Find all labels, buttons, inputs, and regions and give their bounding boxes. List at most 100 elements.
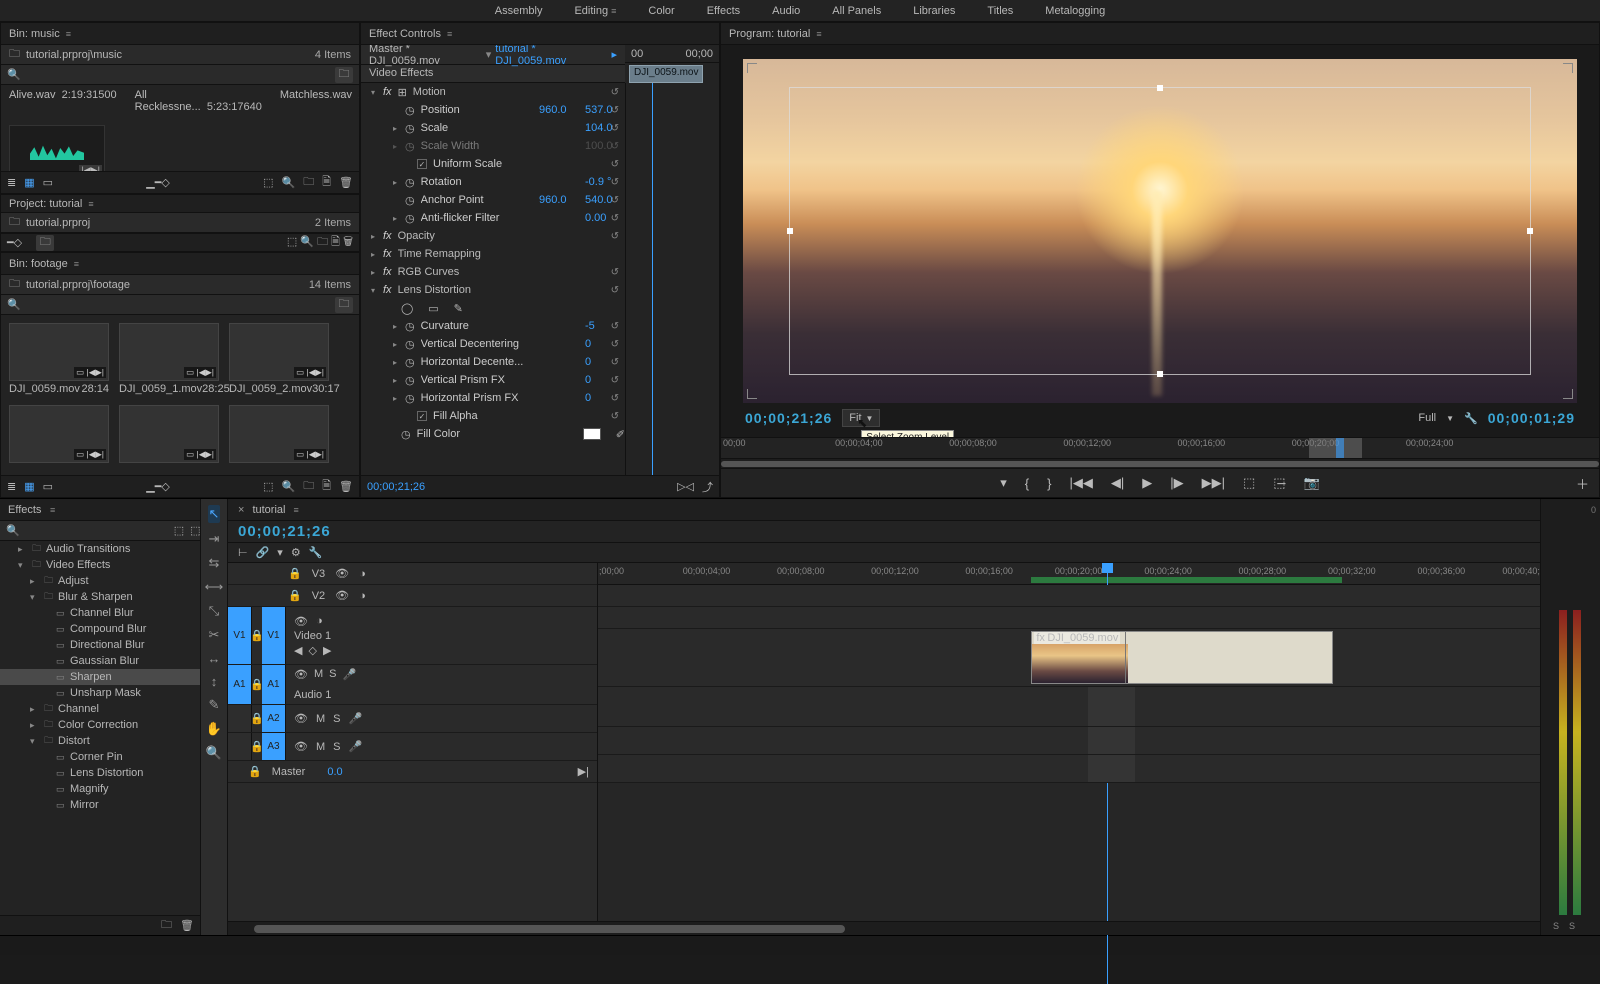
v1-source-patch[interactable]: V1 — [228, 607, 252, 664]
ec-fillalpha[interactable]: ✓Fill Alpha↺ — [361, 407, 625, 425]
effects-tree-item[interactable]: ▭Corner Pin — [0, 749, 200, 765]
mark-out-icon[interactable]: } — [1047, 476, 1051, 491]
hand-tool-icon[interactable]: ✋ — [206, 721, 222, 737]
track-v1-header[interactable]: V1 🔒 V1 👁◑ Video 1 ◀◇▶ — [228, 607, 597, 665]
ec-vprism[interactable]: ▸◷Vertical Prism FX0↺ — [361, 371, 625, 389]
timeline-ruler[interactable]: ;00;00 00;00;04;00 00;00;08;00 00;00;12;… — [598, 563, 1540, 585]
stopwatch-icon[interactable]: ◷ — [405, 194, 415, 207]
program-scrollbar[interactable] — [721, 459, 1599, 469]
stopwatch-icon[interactable]: ◷ — [405, 176, 415, 189]
rect-mask-icon[interactable]: ▭ — [428, 302, 438, 315]
reset-icon[interactable]: ↺ — [611, 267, 619, 278]
effects-tree-item[interactable]: ▭Lens Distortion — [0, 765, 200, 781]
effects-tree-item[interactable]: ▭Gaussian Blur — [0, 653, 200, 669]
resolution-select[interactable]: Full — [1418, 412, 1436, 424]
new-bin-icon[interactable]: 🗀 — [36, 235, 54, 251]
new-bin-icon[interactable]: 🗀 — [303, 477, 314, 496]
audio-thumbnail[interactable]: |◀▶| — [9, 125, 105, 171]
effects-tree-item[interactable]: ▭Compound Blur — [0, 621, 200, 637]
program-playhead[interactable] — [1336, 438, 1344, 458]
new-bin-icon[interactable]: 🗀 — [303, 173, 314, 192]
clip-thumb[interactable]: ▭ |◀▶|DJI_0059.mov28:14 — [9, 323, 109, 395]
list-view-icon[interactable]: ≣ — [7, 480, 16, 493]
ec-motion[interactable]: ▾fx⊞Motion↺ — [361, 83, 625, 101]
ec-mask-tools[interactable]: ◯ ▭ ✎ — [361, 299, 625, 317]
ws-titles[interactable]: Titles — [987, 5, 1013, 17]
ws-metalogging[interactable]: Metalogging — [1045, 5, 1105, 17]
ws-effects[interactable]: Effects — [707, 5, 740, 17]
ec-lens[interactable]: ▾fxLens Distortion↺ — [361, 281, 625, 299]
ec-clip-link[interactable]: tutorial * DJI_0059.mov — [495, 45, 607, 67]
ws-assembly[interactable]: Assembly — [495, 5, 543, 17]
play-icon[interactable]: ▶ — [1142, 475, 1152, 491]
reset-icon[interactable]: ↺ — [611, 231, 619, 242]
snap-icon[interactable]: ⊢ — [238, 546, 248, 559]
bin-music-search[interactable] — [27, 67, 329, 83]
effects-search[interactable] — [26, 523, 168, 539]
zoom-tool-icon[interactable]: 🔍 — [206, 745, 222, 761]
ec-export-icon[interactable]: ⤴ — [702, 479, 713, 495]
safe-margin[interactable] — [789, 87, 1531, 376]
ec-hdec[interactable]: ▸◷Horizontal Decente...0↺ — [361, 353, 625, 371]
wrench-icon[interactable]: 🔧 — [1464, 412, 1478, 425]
new-bin-button[interactable]: 🗀 — [335, 297, 353, 313]
ec-timecode[interactable]: 00;00;21;26 — [367, 481, 425, 493]
a2-target[interactable]: A2 — [262, 705, 286, 732]
reset-icon[interactable]: ↺ — [611, 195, 619, 206]
bin-footage-search[interactable] — [27, 297, 329, 313]
ec-loop-icon[interactable]: ▷◁ — [677, 480, 694, 493]
program-header[interactable]: Program: tutorial≡ — [721, 23, 1599, 45]
effects-tree-item[interactable]: ▭Sharpen — [0, 669, 200, 685]
trash-icon[interactable]: 🗑 — [180, 919, 194, 932]
export-frame-icon[interactable]: 📷 — [1304, 475, 1320, 491]
lane-v2[interactable] — [598, 607, 1540, 629]
kf-add-icon[interactable]: ◇ — [308, 644, 316, 657]
program-ruler[interactable]: 00;00 00;00;04;00 00;00;08;00 00;00;12;0… — [721, 437, 1599, 459]
new-bin-button[interactable]: 🗀 — [335, 67, 353, 83]
automate-icon[interactable]: ⬚ — [263, 176, 273, 189]
lane-a2[interactable] — [598, 727, 1540, 755]
lane-a3[interactable] — [598, 755, 1540, 783]
reset-icon[interactable]: ↺ — [611, 123, 619, 134]
bin-music-header[interactable]: Bin: music≡ — [1, 23, 359, 45]
trash-icon[interactable]: 🗑 — [339, 480, 353, 493]
new-item-icon[interactable]: 🗎 — [322, 173, 331, 192]
effects-tree-item[interactable]: ▾🗀Video Effects — [0, 557, 200, 573]
ec-scale[interactable]: ▸◷Scale104.0↺ — [361, 119, 625, 137]
program-timecode[interactable]: 00;00;21;26 — [745, 410, 832, 426]
track-v3-header[interactable]: 🔒V3👁◑ — [228, 563, 597, 585]
reset-icon[interactable]: ↺ — [611, 321, 619, 332]
a3-target[interactable]: A3 — [262, 733, 286, 760]
ec-vdec[interactable]: ▸◷Vertical Decentering0↺ — [361, 335, 625, 353]
reset-icon[interactable]: ↺ — [611, 105, 619, 116]
settings-icon[interactable]: ⚙ — [291, 546, 301, 559]
track-a3-header[interactable]: 🔒 A3 👁MS🎤 — [228, 733, 597, 761]
reset-icon[interactable]: ↺ — [611, 339, 619, 350]
add-marker-icon[interactable]: ▾ — [1000, 475, 1007, 491]
clip-thumb[interactable]: ▭ |◀▶|DJI_0059_1.mov28:25 — [119, 323, 219, 395]
a1-target[interactable]: A1 — [262, 665, 286, 704]
effects-tree-item[interactable]: ▸🗀Channel — [0, 701, 200, 717]
work-area-bar[interactable] — [1031, 577, 1342, 583]
goto-end-icon[interactable]: ▶| — [578, 765, 589, 778]
track-v2-header[interactable]: 🔒V2👁◑ — [228, 585, 597, 607]
effects-tree-item[interactable]: ▭Directional Blur — [0, 637, 200, 653]
new-item-icon[interactable]: 🗎 — [322, 477, 331, 496]
effects-tree-item[interactable]: ▸🗀Color Correction — [0, 717, 200, 733]
effects-tree-item[interactable]: ▸🗀Adjust — [0, 573, 200, 589]
lift-icon[interactable]: ⬚ — [1243, 475, 1255, 491]
button-editor-icon[interactable]: ＋ — [1576, 474, 1589, 493]
reset-icon[interactable]: ↺ — [611, 357, 619, 368]
effect-controls-header[interactable]: Effect Controls≡ — [361, 23, 719, 45]
ec-uniform[interactable]: ✓Uniform Scale↺ — [361, 155, 625, 173]
list-view-icon[interactable]: ≣ — [7, 176, 16, 189]
selection-tool-icon[interactable]: ↖ — [208, 505, 221, 523]
eyedropper-icon[interactable]: ✐ — [616, 428, 625, 441]
timeline-close-icon[interactable]: × — [238, 504, 244, 516]
extract-icon[interactable]: ⬚̶ — [1273, 475, 1285, 491]
step-fwd-icon[interactable]: |▶ — [1170, 475, 1183, 491]
bin-footage-header[interactable]: Bin: footage≡ — [1, 253, 359, 275]
lane-v1[interactable]: fx DJI_0059.mov — [598, 629, 1540, 687]
clip-thumb[interactable]: ▭ |◀▶| — [229, 405, 329, 465]
icon-group[interactable]: ⬚ 🔍 🗀 🗎 🗑 — [287, 233, 353, 252]
